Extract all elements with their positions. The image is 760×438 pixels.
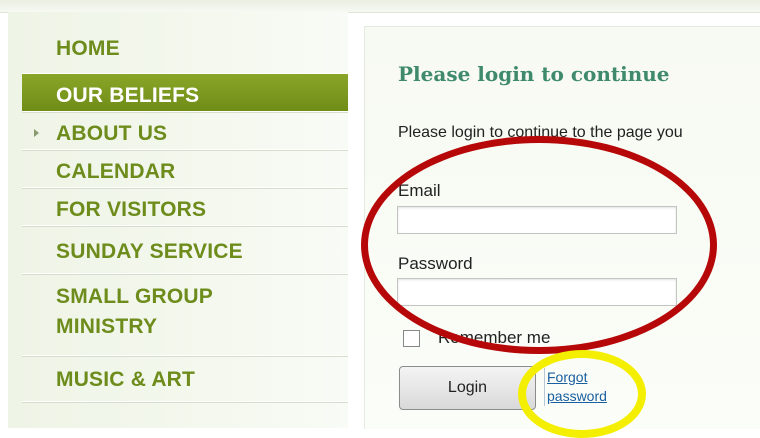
nav-item-for-visitors[interactable]: FOR VISITORS	[22, 188, 348, 226]
intro-text: Please login to continue to the page you	[398, 124, 683, 141]
nav-item-our-beliefs[interactable]: OUR BELIEFS	[22, 74, 348, 112]
nav-item-small-group-ministry[interactable]: SMALL GROUP MINISTRY	[22, 274, 348, 356]
nav-item-label: SMALL GROUP MINISTRY	[56, 285, 213, 338]
password-label: Password	[398, 254, 473, 273]
nav-item-music-art[interactable]: MUSIC & ART	[22, 356, 348, 402]
remember-me-checkbox[interactable]	[403, 330, 420, 347]
nav-item-calendar[interactable]: CALENDAR	[22, 150, 348, 188]
submenu-arrow-icon	[34, 129, 39, 137]
forgot-password-line2: password	[547, 388, 607, 404]
email-field[interactable]	[397, 206, 677, 234]
nav-item-label: FOR VISITORS	[56, 198, 207, 221]
forgot-password-line1: Forgot	[547, 369, 588, 385]
nav-item-label: SUNDAY SERVICE	[56, 240, 243, 263]
nav-item-home[interactable]: HOME	[22, 34, 348, 74]
password-field[interactable]	[397, 278, 677, 306]
nav-item-label: CALENDAR	[56, 160, 176, 183]
nav-item-label: MUSIC & ART	[56, 368, 196, 391]
forgot-password-link[interactable]: Forgot password	[544, 368, 627, 406]
login-button[interactable]: Login	[399, 366, 536, 410]
main-nav: HOME OUR BELIEFS ABOUT US CALENDAR FOR V…	[22, 34, 348, 402]
nav-item-sunday-service[interactable]: SUNDAY SERVICE	[22, 226, 348, 274]
nav-item-label: HOME	[56, 37, 120, 60]
remember-me-label: Remember me	[438, 328, 551, 347]
sidebar: HOME OUR BELIEFS ABOUT US CALENDAR FOR V…	[8, 12, 348, 428]
nav-item-label: ABOUT US	[56, 122, 168, 145]
email-label: Email	[398, 181, 441, 200]
nav-item-label: OUR BELIEFS	[56, 84, 200, 107]
page-title: Please login to continue	[398, 62, 670, 86]
nav-item-about-us[interactable]: ABOUT US	[22, 112, 348, 150]
